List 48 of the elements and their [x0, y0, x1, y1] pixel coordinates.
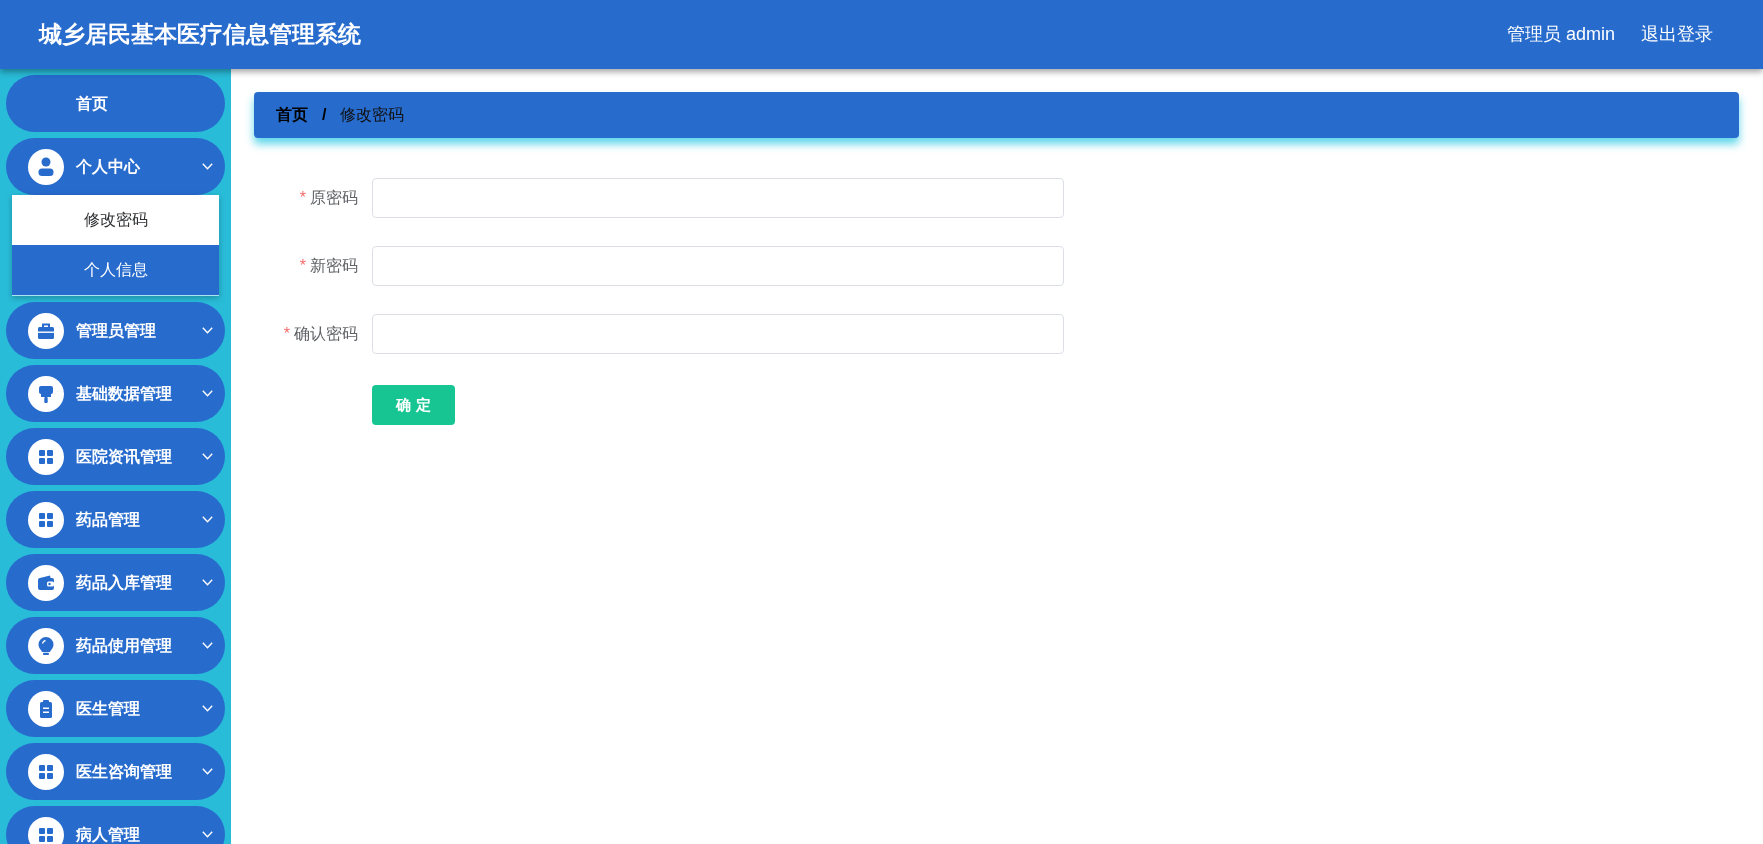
chevron-down-icon: [202, 516, 213, 523]
menu-item[interactable]: 个人中心: [6, 138, 225, 195]
input-field[interactable]: [372, 178, 1064, 218]
chevron-down-icon: [202, 163, 213, 170]
chevron-down-icon: [202, 768, 213, 775]
briefcase-icon: [28, 312, 64, 349]
chevron-down-icon: [202, 327, 213, 334]
menu-item[interactable]: 医生咨询管理: [6, 743, 225, 800]
breadcrumb-separator: /: [322, 105, 327, 125]
menu-item[interactable]: 病人管理: [6, 806, 225, 844]
chevron-down-icon: [202, 579, 213, 586]
chevron-down-icon: [202, 390, 213, 397]
logout-link[interactable]: 退出登录: [1641, 21, 1713, 48]
user-icon: [28, 148, 64, 185]
app-title: 城乡居民基本医疗信息管理系统: [39, 20, 361, 50]
menu-item[interactable]: 医生管理: [6, 680, 225, 737]
field-label: 原密码: [310, 188, 358, 208]
grid-icon: [28, 438, 64, 475]
menu-item[interactable]: 首页: [6, 75, 225, 132]
menu-item[interactable]: 药品管理: [6, 491, 225, 548]
breadcrumb-current: 修改密码: [340, 105, 405, 125]
menu-item[interactable]: 基础数据管理: [6, 365, 225, 422]
menu-item[interactable]: 管理员管理: [6, 302, 225, 359]
grid-icon: [28, 501, 64, 538]
input-field[interactable]: [372, 314, 1064, 354]
field-label: 确认密码: [294, 324, 358, 344]
clipboard-icon: [28, 690, 64, 727]
lightbulb-icon: [28, 627, 64, 664]
submenu-item[interactable]: 修改密码: [12, 195, 219, 245]
submenu-item[interactable]: 个人信息: [12, 245, 219, 295]
brush-icon: [28, 375, 64, 412]
chevron-down-icon: [202, 453, 213, 460]
grid-icon: [28, 753, 64, 790]
breadcrumb-link[interactable]: 首页: [276, 103, 308, 127]
user-label: 管理员 admin: [1506, 23, 1615, 46]
chevron-down-icon: [202, 831, 213, 838]
wallet-icon: [28, 564, 64, 601]
input-field[interactable]: [372, 246, 1064, 286]
chevron-down-icon: [202, 642, 213, 649]
required-mark: *: [299, 188, 306, 208]
required-mark: *: [283, 324, 290, 344]
menu-item[interactable]: 医院资讯管理: [6, 428, 225, 485]
chevron-down-icon: [202, 705, 213, 712]
menu-item[interactable]: 药品使用管理: [6, 617, 225, 674]
grid-icon: [28, 816, 64, 844]
required-mark: *: [299, 256, 306, 276]
field-label: 新密码: [310, 256, 358, 276]
menu-item[interactable]: 药品入库管理: [6, 554, 225, 611]
